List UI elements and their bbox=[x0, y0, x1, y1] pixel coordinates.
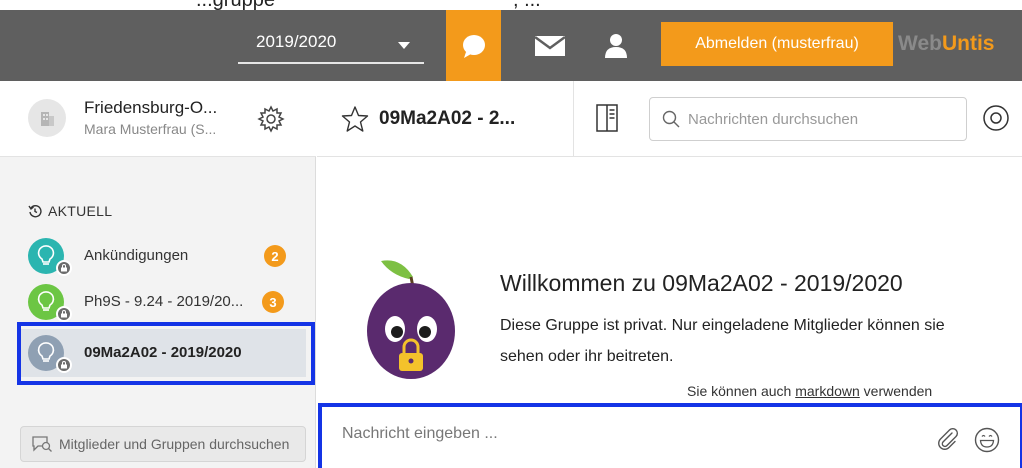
chevron-down-icon bbox=[398, 42, 410, 49]
channel-header: 09Ma2A02 - 2... bbox=[317, 81, 1022, 157]
school-year-value: 2019/2020 bbox=[256, 32, 337, 51]
caption-strip: ...gruppe , ... bbox=[0, 0, 1022, 10]
lock-icon bbox=[56, 260, 72, 276]
channel-title: 09Ma2A02 - 2... bbox=[379, 108, 516, 129]
member-search-input[interactable]: Mitglieder und Gruppen durchsuchen bbox=[20, 426, 306, 462]
gear-icon[interactable] bbox=[257, 105, 285, 133]
profile-button[interactable] bbox=[588, 10, 643, 81]
header-divider bbox=[573, 81, 574, 157]
lightbulb-icon bbox=[37, 245, 55, 265]
welcome-title: Willkommen zu 09Ma2A02 - 2019/2020 bbox=[500, 270, 903, 296]
markdown-hint-prefix: Sie können auch bbox=[687, 383, 796, 399]
mail-button[interactable] bbox=[522, 10, 577, 81]
school-name: Friedensburg-O... bbox=[84, 98, 218, 117]
channel-label: Ph9S - 9.24 - 2019/20... bbox=[84, 293, 244, 310]
logout-button[interactable]: Abmelden (musterfrau) bbox=[661, 22, 893, 66]
brand-untis: Untis bbox=[941, 32, 995, 55]
channel-ankuendigungen[interactable]: Ankündigungen 2 bbox=[18, 232, 306, 280]
webuntis-logo: WebUntis bbox=[898, 32, 994, 56]
channel-ph9s[interactable]: Ph9S - 9.24 - 2019/20... 3 bbox=[18, 278, 306, 326]
book-icon[interactable] bbox=[596, 104, 618, 132]
message-search-input[interactable] bbox=[688, 110, 948, 128]
caption-text: ...gruppe , ... bbox=[196, 0, 541, 10]
school-year-select[interactable]: 2019/2020 bbox=[238, 24, 424, 64]
lightbulb-icon bbox=[37, 291, 55, 311]
top-bar: 2019/2020 Abmelden (musterfrau) WebUntis bbox=[0, 10, 1022, 81]
unread-badge: 3 bbox=[262, 291, 284, 313]
brand-web: Web bbox=[898, 32, 942, 55]
user-name: Mara Musterfrau (S... bbox=[84, 121, 217, 137]
lock-icon bbox=[56, 306, 72, 322]
chat-button[interactable] bbox=[446, 10, 501, 81]
plum-mascot-illustration bbox=[367, 260, 455, 379]
chat-search-icon bbox=[32, 436, 52, 452]
building-icon bbox=[41, 112, 54, 126]
welcome-description: Diese Gruppe ist privat. Nur eingeladene… bbox=[500, 317, 945, 365]
caption-left: ...gruppe bbox=[196, 0, 275, 10]
section-current-label: AKTUELL bbox=[48, 203, 113, 219]
history-icon bbox=[28, 205, 42, 218]
markdown-link[interactable]: markdown bbox=[795, 383, 860, 399]
school-avatar bbox=[28, 99, 66, 137]
highlight-box-selected-channel bbox=[17, 322, 315, 385]
user-icon bbox=[604, 33, 627, 58]
caption-right: , ... bbox=[513, 0, 541, 10]
member-search-placeholder: Mitglieder und Gruppen durchsuchen bbox=[59, 436, 290, 452]
at-icon[interactable] bbox=[981, 103, 1011, 133]
school-header[interactable]: Friedensburg-O... Mara Musterfrau (S... bbox=[0, 81, 316, 157]
message-search-field[interactable] bbox=[649, 97, 967, 141]
mail-icon bbox=[533, 35, 566, 56]
section-current: AKTUELL bbox=[28, 203, 112, 219]
markdown-hint: Sie können auch markdown verwenden bbox=[687, 383, 932, 399]
message-area: Willkommen zu 09Ma2A02 - 2019/2020 Diese… bbox=[317, 157, 1022, 405]
channel-label: Ankündigungen bbox=[84, 247, 189, 264]
chat-icon bbox=[462, 34, 485, 58]
unread-badge: 2 bbox=[264, 245, 286, 267]
markdown-hint-suffix: verwenden bbox=[859, 383, 933, 399]
highlight-box-composer bbox=[318, 403, 1022, 468]
search-icon bbox=[662, 110, 680, 128]
sidebar: Friedensburg-O... Mara Musterfrau (S... … bbox=[0, 81, 316, 468]
star-icon[interactable] bbox=[341, 105, 369, 133]
